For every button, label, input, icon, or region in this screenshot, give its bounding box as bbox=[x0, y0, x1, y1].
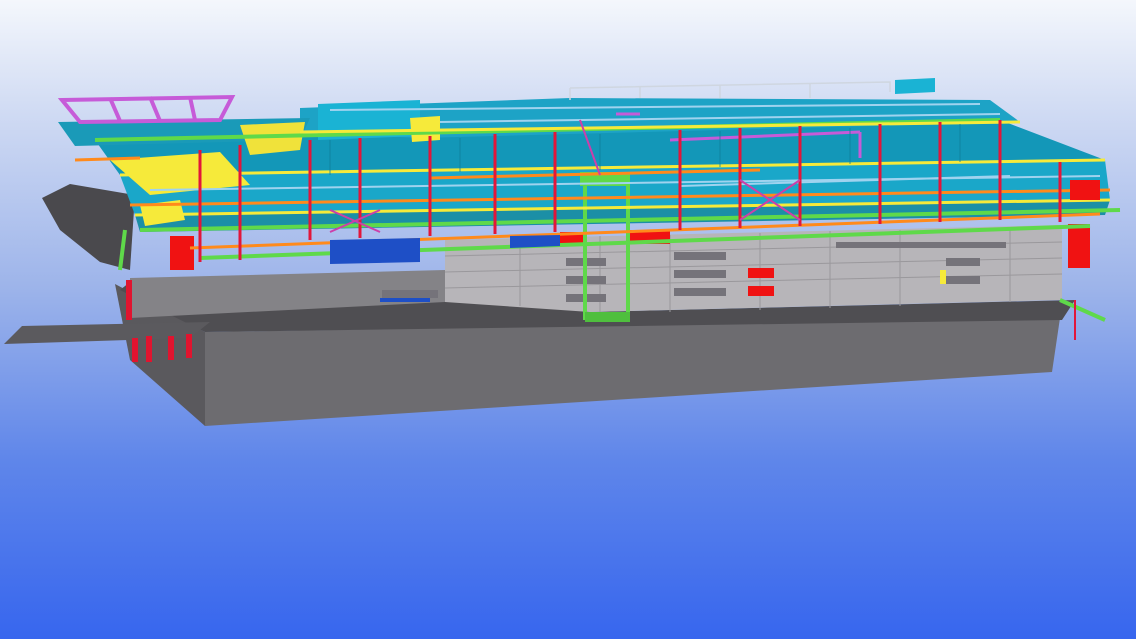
roof-railings bbox=[569, 81, 891, 100]
purple-roof-frame-left bbox=[57, 94, 236, 125]
roof-right-cap bbox=[895, 78, 935, 94]
building-model[interactable] bbox=[0, 0, 1136, 639]
green-core-base bbox=[585, 312, 630, 322]
3d-viewport[interactable] bbox=[0, 0, 1136, 639]
basement-front-face bbox=[205, 318, 1060, 426]
